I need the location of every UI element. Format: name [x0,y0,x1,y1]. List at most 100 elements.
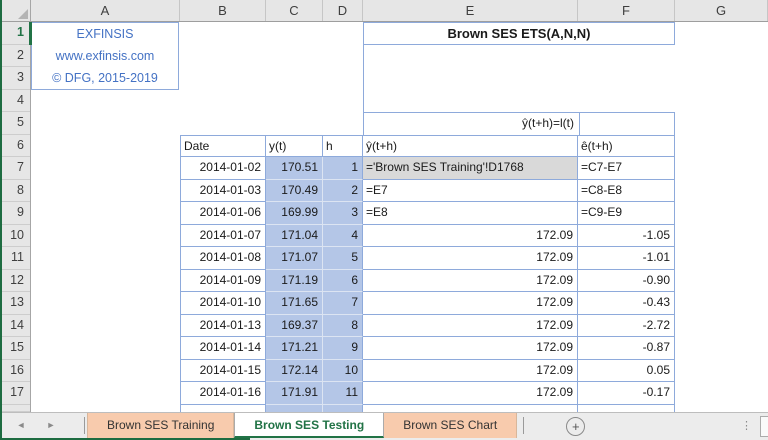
cell-D9[interactable]: 3 [323,202,363,225]
cell-C9[interactable]: 169.99 [266,202,323,225]
cell-F15[interactable]: -0.87 [578,337,675,360]
cell-B14[interactable]: 2014-01-13 [180,314,266,337]
cell-C10[interactable]: 171.04 [266,224,323,247]
cell-C7[interactable]: 170.51 [266,157,323,180]
cell-F11[interactable]: -1.01 [578,247,675,270]
row-header-2[interactable]: 2 [0,45,30,67]
cell-E10[interactable]: 172.09 [363,224,578,247]
row-header-7[interactable]: 7 [0,157,30,180]
cell-B15[interactable]: 2014-01-14 [180,337,266,360]
cell-D13[interactable]: 7 [323,292,363,315]
row-header-10[interactable]: 10 [0,225,30,247]
cell-E15[interactable]: 172.09 [363,337,578,360]
cell-C13[interactable]: 171.65 [266,292,323,315]
cell-E14[interactable]: 172.09 [363,314,578,337]
cell-C16[interactable]: 172.14 [266,359,323,382]
cell-F7[interactable]: =C7-E7 [578,157,675,180]
cell-E9[interactable]: =E8 [363,202,578,225]
cell-C12[interactable]: 171.19 [266,269,323,292]
sheet-grid[interactable]: EXFINSIS www.exfinsis.com © DFG, 2015-20… [31,22,768,412]
cell-B11[interactable]: 2014-01-08 [180,247,266,270]
column-header-E[interactable]: E [363,0,578,21]
column-header-F[interactable]: F [578,0,675,21]
column-header-A[interactable]: A [31,0,180,21]
column-header-G[interactable]: G [675,0,768,21]
cell-C18-partial[interactable] [266,404,323,412]
cell-B16[interactable]: 2014-01-15 [180,359,266,382]
cell-C14[interactable]: 169.37 [266,314,323,337]
cell-F14[interactable]: -2.72 [578,314,675,337]
cell-E7[interactable]: ='Brown SES Training'!D1768 [363,157,578,180]
row-header-12[interactable]: 12 [0,270,30,292]
column-header-B[interactable]: B [180,0,266,21]
cell-D11[interactable]: 5 [323,247,363,270]
cell-D14[interactable]: 8 [323,314,363,337]
sheet-tab-brown-ses-testing[interactable]: Brown SES Testing [234,413,385,438]
header-cell-y[interactable]: y(t) [266,134,323,157]
cell-F17[interactable]: -0.17 [578,382,675,405]
cell-D17[interactable]: 11 [323,382,363,405]
cell-D15[interactable]: 9 [323,337,363,360]
row-header-6[interactable]: 6 [0,135,30,157]
cell-F9[interactable]: =C9-E9 [578,202,675,225]
header-cell-ehat[interactable]: ê(t+h) [578,134,675,157]
cell-D7[interactable]: 1 [323,157,363,180]
cell-B18-partial[interactable] [180,404,266,412]
cell-D18-partial[interactable] [323,404,363,412]
row-header-1[interactable]: 1 [0,22,30,45]
header-cell-yhat[interactable]: ŷ(t+h) [363,134,578,157]
column-header-C[interactable]: C [266,0,323,21]
column-header-D[interactable]: D [323,0,363,21]
row-header-9[interactable]: 9 [0,202,30,225]
row-header-5[interactable]: 5 [0,112,30,135]
cell-D12[interactable]: 6 [323,269,363,292]
row-header-15[interactable]: 15 [0,337,30,360]
cell-F13[interactable]: -0.43 [578,292,675,315]
hscrollbar-stub[interactable] [760,416,768,437]
cell-E18-partial[interactable] [363,404,578,412]
cell-E12[interactable]: 172.09 [363,269,578,292]
cell-B9[interactable]: 2014-01-06 [180,202,266,225]
cell-C11[interactable]: 171.07 [266,247,323,270]
prev-sheet-icon[interactable]: ◄ [14,413,28,438]
title-cell[interactable]: Brown SES ETS(A,N,N) [363,22,675,45]
cell-E16[interactable]: 172.09 [363,359,578,382]
cell-E8[interactable]: =E7 [363,179,578,202]
cell-D8[interactable]: 2 [323,179,363,202]
header-cell-date[interactable]: Date [180,134,266,157]
tab-options-dots-icon[interactable]: ⋮ [741,413,752,439]
cell-B13[interactable]: 2014-01-10 [180,292,266,315]
cell-D16[interactable]: 10 [323,359,363,382]
cell-B17[interactable]: 2014-01-16 [180,382,266,405]
new-sheet-button[interactable]: + [566,417,586,436]
sheet-tab-brown-ses-training[interactable]: Brown SES Training [87,413,235,438]
cell-E17[interactable]: 172.09 [363,382,578,405]
equation-cell[interactable]: ŷ(t+h)=l(t) [363,112,675,135]
cell-E11[interactable]: 172.09 [363,247,578,270]
row-header-4[interactable]: 4 [0,90,30,112]
logo-cell[interactable]: EXFINSIS www.exfinsis.com © DFG, 2015-20… [31,22,179,90]
row-header-17[interactable]: 17 [0,382,30,405]
cell-B12[interactable]: 2014-01-09 [180,269,266,292]
select-all-corner[interactable] [0,0,31,21]
next-sheet-icon[interactable]: ► [44,413,58,438]
row-header-3[interactable]: 3 [0,67,30,90]
cell-B8[interactable]: 2014-01-03 [180,179,266,202]
cell-F12[interactable]: -0.90 [578,269,675,292]
row-header-16[interactable]: 16 [0,360,30,382]
cell-F10[interactable]: -1.05 [578,224,675,247]
row-header-8[interactable]: 8 [0,180,30,202]
cell-F16[interactable]: 0.05 [578,359,675,382]
cell-E13[interactable]: 172.09 [363,292,578,315]
row-header-13[interactable]: 13 [0,292,30,315]
header-cell-h[interactable]: h [323,134,363,157]
cell-C17[interactable]: 171.91 [266,382,323,405]
cell-C8[interactable]: 170.49 [266,179,323,202]
row-header-14[interactable]: 14 [0,315,30,337]
cell-D10[interactable]: 4 [323,224,363,247]
cell-B7[interactable]: 2014-01-02 [180,157,266,180]
cell-F8[interactable]: =C8-E8 [578,179,675,202]
cell-F18-partial[interactable] [578,404,675,412]
cell-C15[interactable]: 171.21 [266,337,323,360]
sheet-tab-brown-ses-chart[interactable]: Brown SES Chart [384,413,518,438]
